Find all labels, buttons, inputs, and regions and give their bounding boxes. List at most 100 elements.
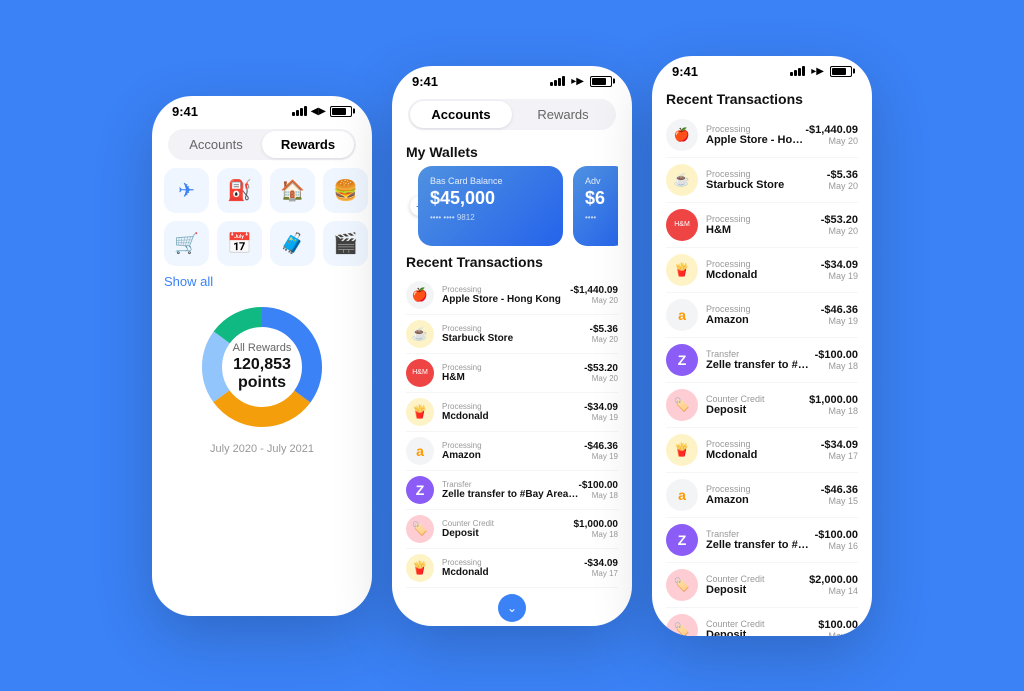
tx-info: Processing H&M <box>442 363 584 383</box>
tx-amount-col: $1,000.00 May 18 <box>809 394 858 416</box>
tx-name: Amazon <box>706 494 821 506</box>
status-icons-1: ◀▶ <box>292 106 352 117</box>
tx-amount-col: -$100.00 May 16 <box>815 529 858 551</box>
tx-amount-col: $2,000.00 May 14 <box>809 574 858 596</box>
tx-type: Counter Credit <box>706 394 809 404</box>
status-icons-2: ▸▶ <box>550 76 612 87</box>
scroll-down-button[interactable]: ⌄ <box>498 594 526 622</box>
tx-date: May 20 <box>584 374 618 383</box>
tx-info: Processing H&M <box>706 214 821 236</box>
tx-type: Processing <box>442 285 570 294</box>
tx-icon: ☕ <box>666 164 698 196</box>
tx-icon: 🍟 <box>666 434 698 466</box>
tx-name: Deposit <box>706 629 818 636</box>
tx-amount: -$53.20 <box>821 214 858 226</box>
transaction-item: 🏷️ Counter Credit Deposit $1,000.00 May … <box>666 383 858 428</box>
category-shopping[interactable]: 🛒 <box>164 221 209 266</box>
tx-info: Processing Mcdonald <box>706 439 821 461</box>
tx-amount: -$100.00 <box>815 349 858 361</box>
card-label-adv: Adv <box>585 176 616 186</box>
tx-info: Counter Credit Deposit <box>706 574 809 596</box>
card-amount-adv: $6 <box>585 188 616 209</box>
tx-date: May 15 <box>821 496 858 506</box>
transaction-item: 🍎 Processing Apple Store - Hong Kong -$1… <box>406 276 618 315</box>
category-luggage[interactable]: 🧳 <box>270 221 315 266</box>
tx-amount-col: -$46.36 May 19 <box>584 441 618 461</box>
tx-name: Apple Store - Hong Kong <box>442 294 570 305</box>
tx-amount-col: $100.00 May 01 <box>818 619 858 636</box>
category-food[interactable]: 🍔 <box>323 168 368 213</box>
category-home[interactable]: 🏠 <box>270 168 315 213</box>
tx-icon: Z <box>666 524 698 556</box>
status-bar-3: 9:41 ▸▶ <box>652 56 872 83</box>
home-icon: 🏠 <box>280 178 305 203</box>
tx-date: May 20 <box>805 136 858 146</box>
tx-amount: $2,000.00 <box>809 574 858 586</box>
tx-amount-col: -$53.20 May 20 <box>821 214 858 236</box>
tx-icon: 🏷️ <box>406 515 434 543</box>
tab-bar-2: Accounts Rewards <box>408 99 616 130</box>
tx-amount-col: -$34.09 May 19 <box>584 402 618 422</box>
wallet-carousel[interactable]: + Bas Card Balance $45,000 •••• •••• 981… <box>406 166 618 246</box>
tx-icon: 🍟 <box>406 398 434 426</box>
tx-amount-col: -$46.36 May 19 <box>821 304 858 326</box>
phone-accounts: 9:41 ▸▶ Accounts Rewards My Wallets + Ba… <box>392 66 632 626</box>
plane-icon: ✈ <box>178 178 195 203</box>
tab-rewards-2[interactable]: Rewards <box>512 101 614 128</box>
transaction-list-2: 🍎 Processing Apple Store - Hong Kong -$1… <box>406 276 618 588</box>
calendar-icon: 📅 <box>227 231 252 256</box>
luggage-icon: 🧳 <box>280 231 305 256</box>
tx-info: Processing Starbuck Store <box>442 324 590 344</box>
tab-rewards-1[interactable]: Rewards <box>262 131 354 158</box>
transaction-item: 🍟 Processing Mcdonald -$34.09 May 19 <box>406 393 618 432</box>
category-travel[interactable]: ✈ <box>164 168 209 213</box>
tx-amount: -$100.00 <box>815 529 858 541</box>
wallet-card-adv[interactable]: Adv $6 •••• <box>573 166 618 246</box>
tx-type: Transfer <box>706 349 815 359</box>
tx-icon: H&M <box>406 359 434 387</box>
tx-date: May 18 <box>809 406 858 416</box>
transaction-item: H&M Processing H&M -$53.20 May 20 <box>406 354 618 393</box>
time-3: 9:41 <box>672 64 698 79</box>
transaction-item: a Processing Amazon -$46.36 May 19 <box>666 293 858 338</box>
tx-type: Transfer <box>706 529 815 539</box>
tx-date: May 19 <box>584 452 618 461</box>
transaction-item: 🍟 Processing Mcdonald -$34.09 May 17 <box>666 428 858 473</box>
tab-accounts-2[interactable]: Accounts <box>410 101 512 128</box>
tx-amount-col: -$100.00 May 18 <box>815 349 858 371</box>
tx-date: May 17 <box>821 451 858 461</box>
tx-info: Transfer Zelle transfer to #Bay Area Chu… <box>706 349 815 371</box>
tab-accounts-1[interactable]: Accounts <box>170 131 262 158</box>
tx-name: Amazon <box>706 314 821 326</box>
category-entertainment[interactable]: 🎬 <box>323 221 368 266</box>
tx-amount: -$5.36 <box>827 169 858 181</box>
transaction-item: ☕ Processing Starbuck Store -$5.36 May 2… <box>666 158 858 203</box>
category-gas[interactable]: ⛽ <box>217 168 262 213</box>
tx-name: Starbuck Store <box>706 179 827 191</box>
tx-type: Processing <box>442 441 584 450</box>
tx-date: May 18 <box>815 361 858 371</box>
tx-icon: 🍎 <box>666 119 698 151</box>
show-all-button[interactable]: Show all <box>164 274 360 289</box>
tx-date: May 17 <box>584 569 618 578</box>
tx-name: Mcdonald <box>706 449 821 461</box>
transaction-item: 🍎 Processing Apple Store - Hong Kong -$1… <box>666 113 858 158</box>
tx-icon: 🏷️ <box>666 614 698 636</box>
tx-amount: -$100.00 <box>579 480 618 491</box>
tx-icon: a <box>666 299 698 331</box>
tx-amount-col: -$5.36 May 20 <box>827 169 858 191</box>
wallet-card-bas[interactable]: Bas Card Balance $45,000 •••• •••• 9812 <box>418 166 563 246</box>
tx-type: Processing <box>706 124 805 134</box>
tx-info: Processing Mcdonald <box>442 402 584 422</box>
cart-icon: 🛒 <box>174 231 199 256</box>
tx-amount: $1,000.00 <box>809 394 858 406</box>
tx-amount: $1,000.00 <box>574 519 619 530</box>
signal-icon-3 <box>790 66 805 76</box>
transaction-item: Z Transfer Zelle transfer to #Bay Area C… <box>406 471 618 510</box>
tx-amount-col: -$5.36 May 20 <box>590 324 618 344</box>
film-icon: 🎬 <box>333 231 358 256</box>
tx-name: Apple Store - Hong Kong <box>706 134 805 146</box>
transaction-item: H&M Processing H&M -$53.20 May 20 <box>666 203 858 248</box>
category-calendar[interactable]: 📅 <box>217 221 262 266</box>
tx-amount: -$34.09 <box>821 439 858 451</box>
